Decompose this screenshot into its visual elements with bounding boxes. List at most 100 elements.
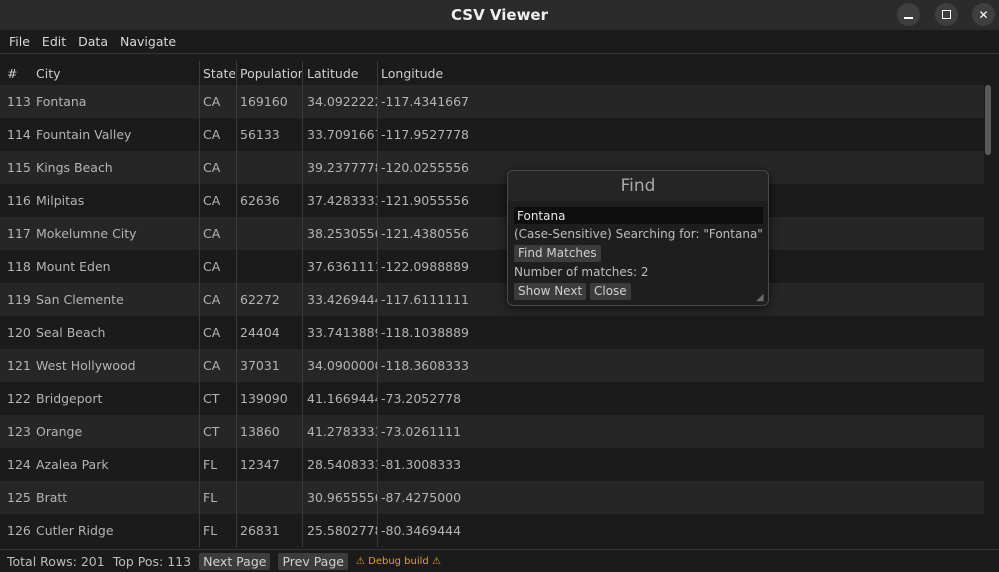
header-city[interactable]: City [36,66,196,81]
cell-longitude: -117.4341667 [381,94,470,109]
maximize-button[interactable] [935,3,958,26]
cell-latitude: 34.0900000 [307,358,377,373]
cell-population: 26831 [240,523,280,538]
menu-navigate[interactable]: Navigate [120,34,176,49]
search-status-text: (Case-Sensitive) Searching for: "Fontana… [514,227,763,241]
status-bar: Total Rows: 201 Top Pos: 113 Next Page P… [0,549,999,572]
cell-population: 56133 [240,127,280,142]
cell-state: CA [203,325,221,340]
cell-state: CT [203,424,220,439]
minimize-button[interactable] [897,3,920,26]
cell-latitude: 25.5802778 [307,523,377,538]
scrollbar-thumb[interactable] [985,85,991,155]
cell-city: Bratt [36,490,68,505]
find-matches-button[interactable]: Find Matches [514,245,601,262]
vertical-scrollbar[interactable] [984,85,992,547]
cell-longitude: -117.6111111 [381,292,470,307]
table-row[interactable]: 122 Bridgeport CT 139090 41.1669444 -73.20527… [0,382,984,415]
table-row[interactable]: 118 Mount Eden CA 37.6361111 -122.0988889 [0,250,984,283]
cell-longitude: -121.9055556 [381,193,470,208]
table-row[interactable]: 113 Fontana CA 169160 34.0922222 -117.4341667 [0,85,984,118]
cell-longitude: -121.4380556 [381,226,470,241]
next-page-button[interactable]: Next Page [199,552,271,570]
cell-index: 122 [7,391,31,406]
cell-index: 117 [7,226,31,241]
cell-population: 12347 [240,457,280,472]
cell-longitude: -80.3469444 [381,523,462,538]
table-header: # City State Population Latitude Longitu… [0,61,984,85]
table-row[interactable]: 123 Orange CT 13860 41.2783333 -73.0261111 [0,415,984,448]
table-row[interactable]: 119 San Clemente CA 62272 33.4269444 -117.611… [0,283,984,316]
header-latitude[interactable]: Latitude [307,66,377,81]
cell-state: FL [203,523,218,538]
cell-state: CA [203,94,221,109]
cell-population: 24404 [240,325,280,340]
find-search-input[interactable] [514,207,763,224]
cell-longitude: -73.0261111 [381,424,462,439]
window-title: CSV Viewer [450,6,548,24]
header-population[interactable]: Population [240,66,302,81]
column-divider[interactable] [199,61,200,547]
cell-longitude: -122.0988889 [381,259,470,274]
cell-state: CA [203,226,221,241]
cell-latitude: 33.7413889 [307,325,377,340]
find-dialog: Find (Case-Sensitive) Searching for: "Fo… [507,170,769,306]
cell-city: Cutler Ridge [36,523,114,538]
cell-city: Milpitas [36,193,85,208]
cell-latitude: 37.4283333 [307,193,377,208]
cell-population: 62636 [240,193,280,208]
table-row[interactable]: 117 Mokelumne City CA 38.2530556 -121.438055… [0,217,984,250]
cell-longitude: -117.9527778 [381,127,470,142]
column-divider[interactable] [302,61,303,547]
column-divider[interactable] [236,61,237,547]
cell-index: 121 [7,358,31,373]
table-row[interactable]: 126 Cutler Ridge FL 26831 25.5802778 -80.3469… [0,514,984,547]
cell-city: San Clemente [36,292,124,307]
cell-population: 13860 [240,424,280,439]
cell-city: Orange [36,424,83,439]
cell-longitude: -118.3608333 [381,358,470,373]
cell-state: CA [203,358,221,373]
table-row[interactable]: 114 Fountain Valley CA 56133 33.7091667 -117.… [0,118,984,151]
cell-population: 37031 [240,358,280,373]
table-row[interactable]: 116 Milpitas CA 62636 37.4283333 -121.9055556 [0,184,984,217]
table-row[interactable]: 120 Seal Beach CA 24404 33.7413889 -118.10388… [0,316,984,349]
close-find-button[interactable]: Close [590,283,631,300]
resize-grip-icon[interactable]: ◢ [756,293,766,303]
cell-longitude: -81.3008333 [381,457,462,472]
header-longitude[interactable]: Longitude [381,66,481,81]
cell-latitude: 39.2377778 [307,160,377,175]
cell-state: CA [203,127,221,142]
menu-edit[interactable]: Edit [42,34,66,49]
prev-page-button[interactable]: Prev Page [278,552,348,570]
cell-latitude: 37.6361111 [307,259,377,274]
menu-file[interactable]: File [9,34,30,49]
cell-latitude: 33.7091667 [307,127,377,142]
table-row[interactable]: 125 Bratt FL 30.9655556 -87.4275000 [0,481,984,514]
cell-city: Fountain Valley [36,127,132,142]
menu-data[interactable]: Data [78,34,108,49]
cell-state: CA [203,259,221,274]
top-pos-label: Top Pos: 113 [112,553,192,569]
cell-index: 115 [7,160,31,175]
cell-latitude: 30.9655556 [307,490,377,505]
cell-index: 116 [7,193,31,208]
cell-population: 139090 [240,391,288,406]
cell-longitude: -118.1038889 [381,325,470,340]
column-divider[interactable] [377,61,378,547]
cell-latitude: 33.4269444 [307,292,377,307]
cell-latitude: 34.0922222 [307,94,377,109]
table-row[interactable]: 121 West Hollywood CA 37031 34.0900000 -118.3… [0,349,984,382]
header-state[interactable]: State [203,66,235,81]
table-row[interactable]: 115 Kings Beach CA 39.2377778 -120.0255556 [0,151,984,184]
close-window-button[interactable]: ✕ [972,3,995,26]
minimize-icon [904,16,913,19]
find-dialog-title[interactable]: Find [508,171,768,201]
cell-city: Mokelumne City [36,226,137,241]
cell-city: Mount Eden [36,259,111,274]
title-bar: CSV Viewer ✕ [0,0,999,30]
table-row[interactable]: 124 Azalea Park FL 12347 28.5408333 -81.30083… [0,448,984,481]
show-next-button[interactable]: Show Next [514,283,587,300]
header-index[interactable]: # [7,66,33,81]
close-icon: ✕ [978,7,989,22]
